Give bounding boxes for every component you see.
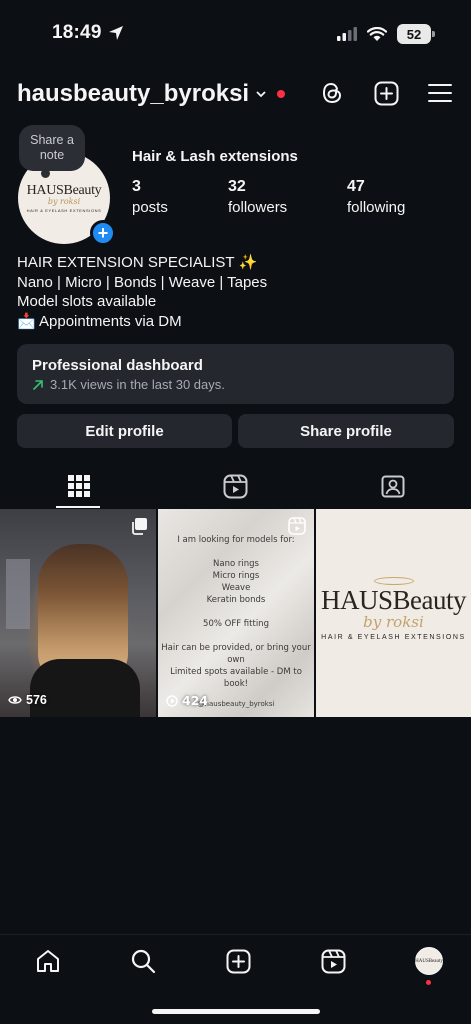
- menu-button[interactable]: [427, 80, 453, 106]
- tab-reels[interactable]: [157, 464, 314, 508]
- post-thumbnail[interactable]: 576: [0, 509, 156, 717]
- bio-line: 📩 Appointments via DM: [17, 312, 182, 330]
- share-note-bubble[interactable]: Share a note: [19, 125, 85, 178]
- search-icon: [132, 949, 156, 974]
- posts-grid: 576 I am looking for models for: Nano ri…: [0, 509, 471, 717]
- nav-search[interactable]: [129, 947, 157, 975]
- stat-posts[interactable]: 3 posts: [132, 178, 228, 216]
- plus-square-icon: [374, 81, 398, 105]
- tab-tagged[interactable]: [314, 464, 471, 508]
- eye-icon: [8, 696, 22, 704]
- post-brand-script: by roksi: [363, 613, 424, 631]
- username: hausbeauty_byroksi: [17, 80, 250, 107]
- create-button[interactable]: [373, 80, 399, 106]
- view-count: 576: [8, 693, 47, 707]
- tab-grid[interactable]: [0, 464, 157, 508]
- play-icon: [166, 695, 178, 707]
- avatar-brand-subtitle: HAIR & EYELASH EXTENSIONS: [26, 208, 102, 213]
- bio-line: HAIR EXTENSION SPECIALIST ✨: [17, 254, 258, 271]
- bottom-navigation: HAUSBeauty: [0, 934, 471, 1024]
- nav-create[interactable]: [225, 947, 253, 975]
- nav-reels[interactable]: [320, 947, 348, 975]
- chevron-down-icon: [256, 91, 266, 98]
- background-window: [6, 559, 30, 629]
- stat-label: following: [347, 199, 406, 216]
- avatar: HAUSBeauty: [415, 947, 443, 975]
- profile-stats: 3 posts 32 followers 47 following: [132, 178, 405, 216]
- status-time: 18:49: [52, 22, 124, 44]
- post-brand-logo: HAUSBeauty: [321, 585, 467, 615]
- notification-dot: [277, 90, 286, 98]
- bio-line: Nano | Micro | Bonds | Weave | Tapes: [17, 273, 268, 291]
- share-profile-button[interactable]: Share profile: [238, 414, 454, 448]
- battery-indicator: 52: [397, 24, 435, 44]
- status-indicators: 52: [337, 24, 435, 44]
- profile-header: hausbeauty_byroksi: [0, 74, 471, 118]
- plus-icon: +: [97, 223, 109, 243]
- location-arrow-icon: [108, 26, 123, 40]
- reels-icon: [288, 517, 306, 535]
- stat-followers[interactable]: 32 followers: [228, 178, 347, 216]
- notification-dot: [426, 980, 431, 985]
- signal-icon: [337, 27, 357, 41]
- avatar-brand-script: by roksi: [47, 197, 81, 206]
- profile-bio: HAIR EXTENSION SPECIALIST ✨ Nano | Micro…: [17, 253, 267, 331]
- carousel-icon: [132, 518, 147, 535]
- stat-value: 47: [347, 178, 365, 195]
- nav-profile[interactable]: HAUSBeauty: [415, 947, 443, 985]
- dashboard-subtitle-row: 3.1K views in the last 30 days.: [32, 377, 439, 392]
- shirt-image: [30, 659, 140, 717]
- threads-button[interactable]: [319, 80, 345, 106]
- profile-category: Hair & Lash extensions: [132, 148, 298, 165]
- content-tabs: [0, 464, 471, 508]
- post-thumbnail[interactable]: I am looking for models for: Nano rings …: [158, 509, 314, 717]
- username-switcher[interactable]: hausbeauty_byroksi: [17, 80, 286, 108]
- tagged-person-icon: [381, 475, 404, 498]
- add-story-button[interactable]: +: [90, 220, 116, 246]
- hamburger-menu-icon: [428, 84, 452, 102]
- stat-value: 3: [132, 178, 141, 195]
- post-text: I am looking for models for: Nano rings …: [161, 535, 311, 708]
- reels-icon: [223, 474, 248, 498]
- dashboard-title: Professional dashboard: [32, 357, 203, 374]
- stat-label: posts: [132, 199, 168, 216]
- stat-value: 32: [228, 178, 246, 195]
- post-brand-subtitle: HAIR & EYELASH EXTENSIONS: [321, 634, 466, 641]
- threads-icon: [322, 82, 342, 104]
- reels-icon: [321, 949, 346, 973]
- view-count: 424: [166, 694, 208, 707]
- wifi-icon: [367, 26, 387, 41]
- plus-square-icon: [226, 949, 251, 973]
- stat-following[interactable]: 47 following: [347, 178, 405, 216]
- status-bar: 18:49 52: [0, 0, 471, 66]
- professional-dashboard-card[interactable]: Professional dashboard 3.1K views in the…: [17, 344, 454, 404]
- home-indicator[interactable]: [152, 1009, 320, 1014]
- home-icon: [37, 950, 59, 972]
- grid-icon: [67, 475, 90, 497]
- dashboard-subtitle: 3.1K views in the last 30 days.: [50, 377, 225, 392]
- trend-up-icon: [33, 379, 43, 390]
- profile-actions: Edit profile Share profile: [17, 414, 454, 448]
- bio-line: Model slots available: [17, 293, 157, 310]
- nav-home[interactable]: [34, 947, 62, 975]
- stat-label: followers: [228, 199, 288, 216]
- post-thumbnail[interactable]: HAUSBeauty by roksi HAIR & EYELASH EXTEN…: [316, 509, 471, 717]
- edit-profile-button[interactable]: Edit profile: [17, 414, 232, 448]
- halo-logo: [374, 577, 414, 585]
